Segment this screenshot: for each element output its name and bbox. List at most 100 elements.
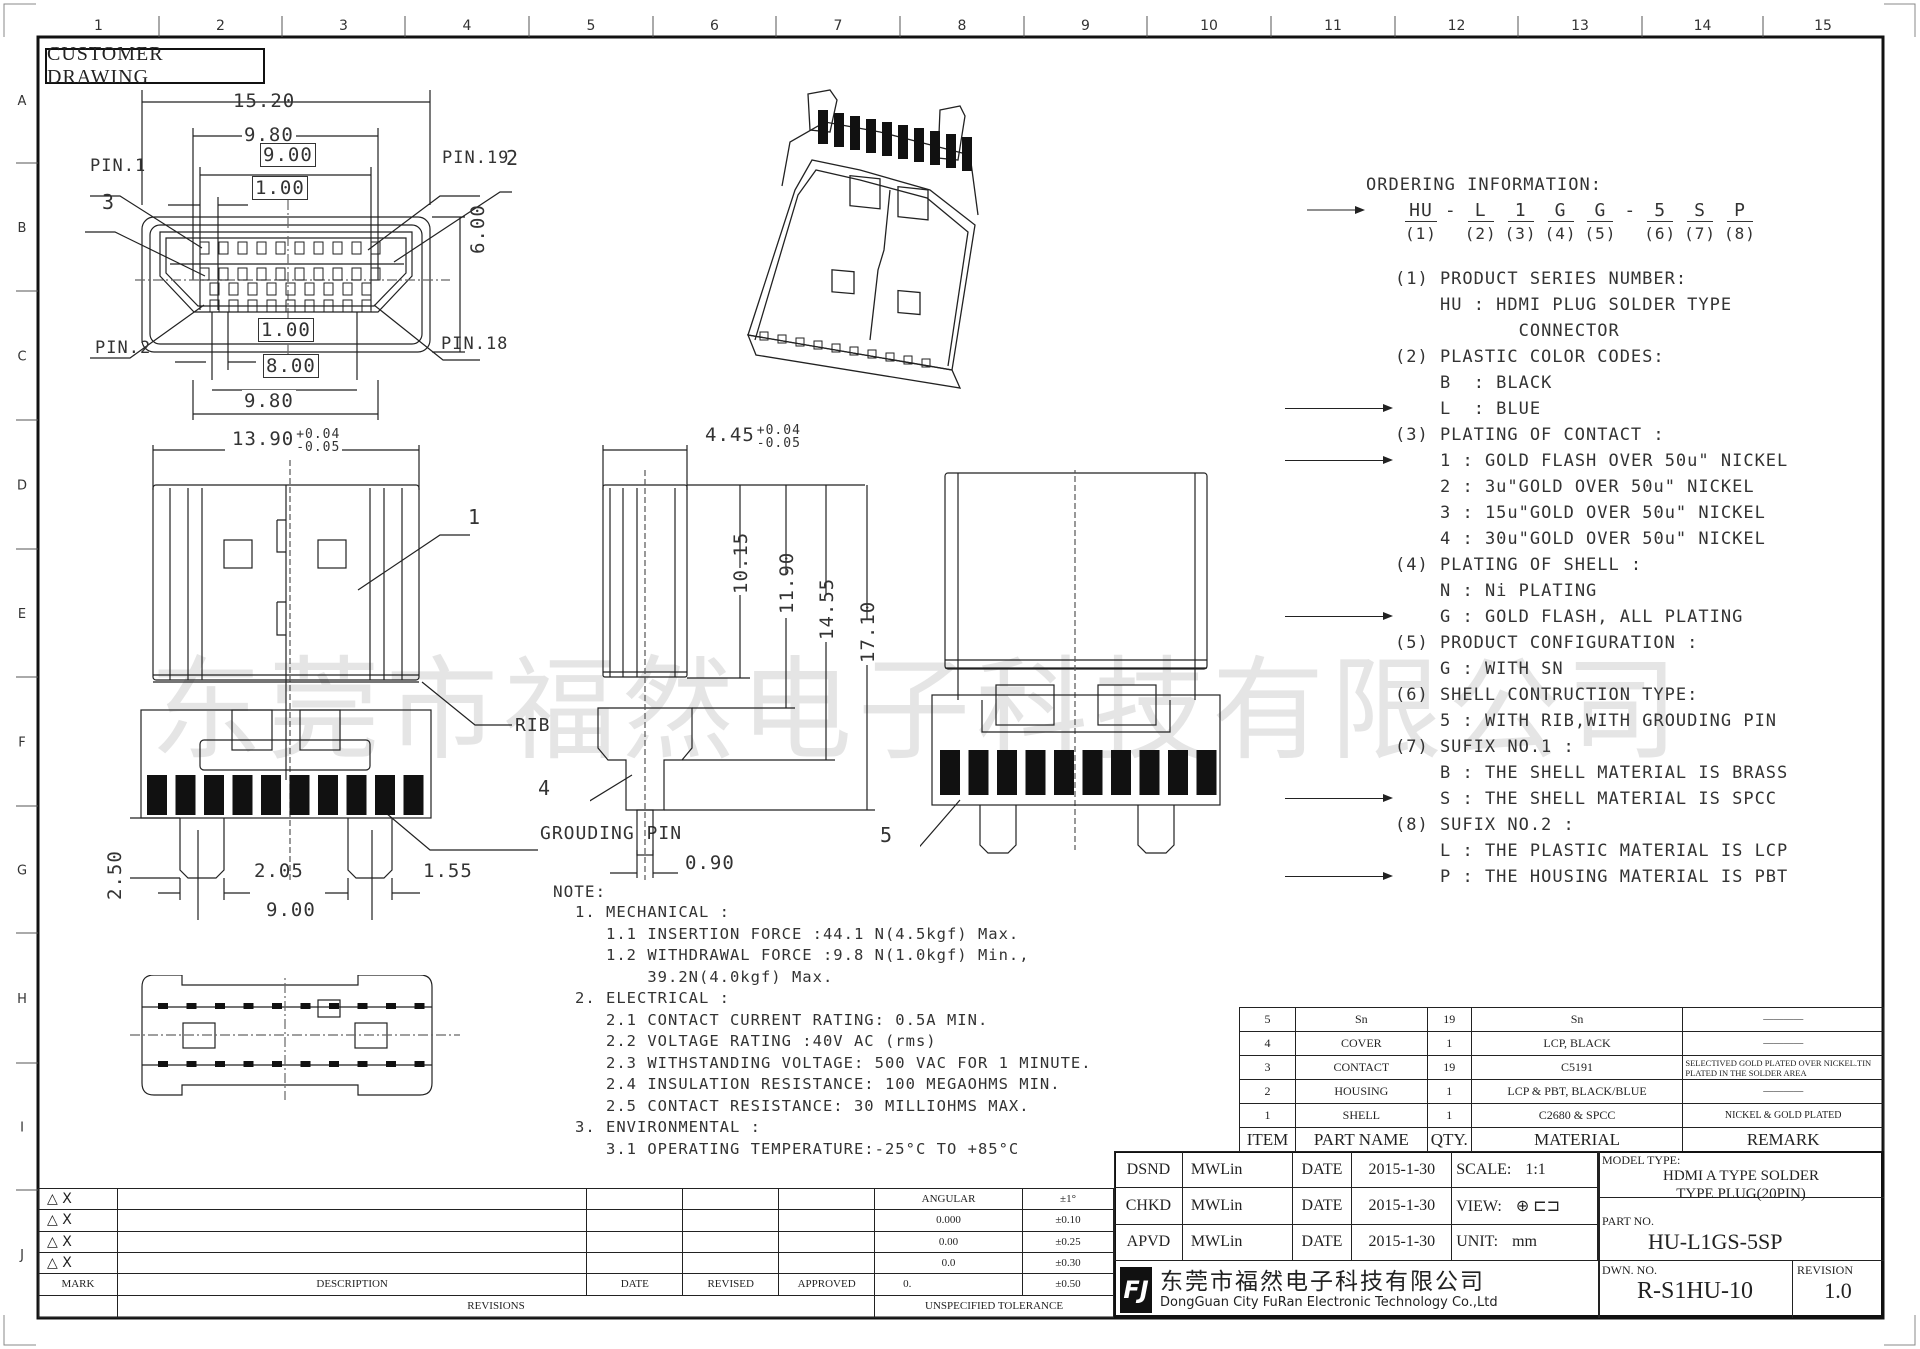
bottom-row-pin — [361, 282, 372, 296]
revision-empty-cell — [682, 1209, 780, 1232]
ordering-option: 2 : 3u"GOLD OVER 50u" NICKEL — [1395, 474, 1885, 500]
revision-row: △ X 0.0 ±0.30 — [38, 1251, 1114, 1275]
top-pin — [275, 267, 286, 281]
code-part: L (2) — [1465, 200, 1497, 243]
front-contact — [318, 775, 338, 815]
ordering-option: N : Ni PLATING — [1395, 578, 1885, 604]
bottom-row-pin — [323, 282, 334, 296]
bottom-contact-top — [386, 1003, 396, 1009]
ordering-option-text: 5 : WITH RIB,WITH GROUDING PIN — [1440, 711, 1778, 731]
iso-contacts — [759, 110, 972, 368]
bom-header-cell: ITEM — [1239, 1127, 1296, 1152]
code-dash: - — [1624, 200, 1637, 221]
tolerance-precision: ANGULAR — [874, 1187, 1023, 1211]
code-part: G (5) — [1584, 200, 1616, 243]
note-line: 1. MECHANICAL : — [575, 903, 730, 921]
bom-cell: ———— — [1682, 1007, 1884, 1032]
top-pin — [256, 267, 267, 281]
bottom-contact-top — [272, 1003, 282, 1009]
bom-header-cell: MATERIAL — [1470, 1127, 1684, 1152]
iso-contact — [914, 128, 924, 162]
label-pin18: PIN.18 — [441, 334, 509, 354]
dim-6-00: 6.00 — [467, 204, 489, 254]
arrow-head — [1383, 794, 1393, 802]
revision-row: △ X ANGULAR ±1° — [38, 1187, 1114, 1211]
company-name-en: DongGuan City FuRan Electronic Technolog… — [1160, 1295, 1498, 1310]
bom-row: 5 Sn 19 Sn ———— — [1239, 1007, 1884, 1032]
code-part: 1 (3) — [1505, 200, 1537, 243]
revision-empty-cell — [116, 1209, 588, 1232]
selected-arrow-icon — [1285, 794, 1393, 802]
front-contact — [232, 775, 253, 815]
top-pin — [370, 267, 381, 281]
signoff-row: APVD MWLin DATE 2015-1-30 UNIT: mm — [1114, 1223, 1598, 1262]
ordering-option-text: G : GOLD FLASH, ALL PLATING — [1440, 607, 1744, 627]
top-pin — [313, 267, 324, 281]
code-dash: - — [1444, 200, 1457, 221]
revision-empty-cell — [682, 1230, 780, 1253]
bottom-contact-top — [158, 1003, 168, 1009]
label-pin1: PIN.1 — [90, 156, 147, 176]
front-contact — [375, 775, 395, 815]
bom-cell: 1 — [1239, 1103, 1296, 1128]
dwn-no-label: DWN. NO. — [1602, 1263, 1657, 1277]
code-part-index: (1) — [1405, 224, 1437, 243]
back-shell — [944, 472, 1208, 670]
back-contact — [1168, 750, 1188, 795]
signoff-cell: MWLin — [1181, 1223, 1293, 1262]
bottom-view-drawing — [130, 975, 460, 1100]
revision-header-cell: REVISED — [682, 1273, 780, 1296]
bom-cell: 1 — [1426, 1103, 1472, 1128]
row-label: E — [18, 607, 26, 622]
column-label: 12 — [1448, 18, 1466, 34]
row-ticks — [16, 162, 38, 1191]
bom-row: 4 COVER 1 LCP, BLACK ———— — [1239, 1031, 1884, 1056]
callout-5: 5 — [880, 823, 894, 847]
code-part-value: 5 — [1647, 200, 1674, 222]
back-view-pins — [940, 750, 1217, 795]
top-pin — [294, 267, 305, 281]
revision-row: △ X 0.00 ±0.25 — [38, 1230, 1114, 1253]
revision-mark: △ X — [38, 1251, 118, 1275]
column-label: 9 — [1081, 18, 1090, 34]
leader-1 — [357, 534, 470, 591]
code-part-index: (3) — [1504, 224, 1537, 243]
ordering-option-text: B : THE SHELL MATERIAL IS BRASS — [1440, 763, 1789, 783]
note-line: 1.1 INSERTION FORCE :44.1 N(4.5kgf) Max. — [575, 924, 1020, 943]
row-label: I — [20, 1121, 24, 1136]
back-contact — [1082, 750, 1103, 795]
back-contact — [1196, 750, 1217, 795]
revision-header-cell: DATE — [586, 1273, 684, 1296]
revision-mark: △ X — [38, 1209, 118, 1232]
tolerance-value: ±1° — [1022, 1187, 1114, 1211]
iso-contact — [946, 134, 956, 168]
back-contact — [997, 750, 1017, 795]
code-part-index: (4) — [1544, 224, 1577, 243]
bottom-contact-top — [243, 1003, 254, 1009]
part-code-breakdown: HU (1) - L (2) 1 (3) G (4) G (5) -5 (6) S (7) P (8) — [1405, 200, 1756, 243]
bottom-row-pin — [304, 282, 315, 296]
column-label: 11 — [1324, 18, 1342, 34]
corner-mark-tl — [3, 3, 36, 37]
tolerance-value: ±0.25 — [1022, 1230, 1114, 1253]
bom-cell: 5 — [1239, 1007, 1296, 1032]
customer-drawing-label: CUSTOMER DRAWING — [45, 43, 265, 88]
view-projection-cell: VIEW: ⊕ ⊏⊐ — [1451, 1187, 1598, 1225]
revision-row: △ X 0.000 ±0.10 — [38, 1209, 1114, 1232]
ordering-option: 1 : GOLD FLASH OVER 50u" NICKEL — [1285, 448, 1885, 474]
ordering-section-heading: (4) PLATING OF SHELL : — [1395, 555, 1643, 575]
ordering-section-heading: (2) PLASTIC COLOR CODES: — [1395, 347, 1665, 367]
bom-row: 1 SHELL 1 C2680 & SPCC NICKEL & GOLD PLATED — [1239, 1103, 1884, 1128]
ordering-option: G : GOLD FLASH, ALL PLATING — [1285, 604, 1885, 630]
signoff-cell: CHKD — [1114, 1187, 1183, 1225]
notes-list: 1. MECHANICAL : 1.1 INSERTION FORCE :44.… — [575, 902, 1092, 1160]
iso-shell — [747, 159, 976, 371]
ordering-option-text: HU : HDMI PLUG SOLDER TYPE — [1440, 295, 1733, 315]
selected-arrow-icon — [1285, 612, 1393, 620]
bom-cell: 4 — [1239, 1031, 1296, 1056]
ordering-section-heading: (3) PLATING OF CONTACT : — [1395, 425, 1665, 445]
front-ground-pin-left — [179, 818, 225, 879]
bottom-contact-top — [357, 1003, 368, 1009]
ordering-section-heading: (8) SUFIX NO.2 : — [1395, 815, 1575, 835]
dim-9-00-top: 9.00 — [260, 143, 316, 167]
